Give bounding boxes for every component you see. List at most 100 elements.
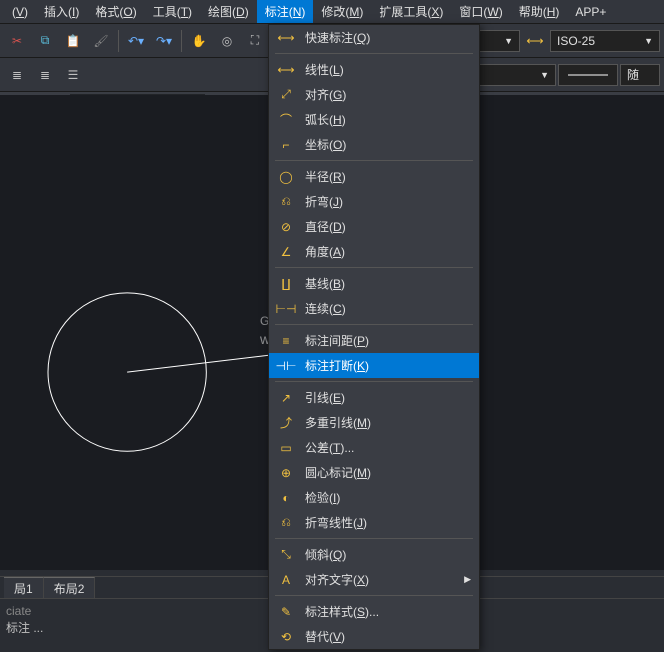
- menu-continue[interactable]: ⊢⊣连续(C): [269, 296, 479, 321]
- zoom-button[interactable]: ◎: [214, 28, 240, 54]
- menu-leader[interactable]: ↗引线(E): [269, 385, 479, 410]
- separator: [275, 324, 473, 325]
- menu-insert[interactable]: 插入(I): [36, 0, 87, 23]
- separator: [275, 160, 473, 161]
- menu-jogged[interactable]: ⎌折弯(J): [269, 189, 479, 214]
- dim-linear-button[interactable]: ⟷: [522, 28, 548, 54]
- jogged-icon: ⎌: [277, 193, 295, 211]
- undo-icon: ↶▾: [128, 34, 144, 48]
- menu-dim-break[interactable]: ⊣⊢标注打断(K): [269, 353, 479, 378]
- line-entity[interactable]: [127, 355, 269, 372]
- arc-icon: ⌒: [277, 111, 295, 129]
- leader-icon: ↗: [277, 389, 295, 407]
- clipboard-icon: 📋: [66, 34, 81, 48]
- menu-tools[interactable]: 工具(T): [145, 0, 200, 23]
- tolerance-icon: ▭: [277, 439, 295, 457]
- layout-tab-2[interactable]: 布局2: [44, 577, 96, 599]
- continue-icon: ⊢⊣: [277, 300, 295, 318]
- menu-quick-dim[interactable]: ⟷快速标注(Q): [269, 25, 479, 50]
- separator: [181, 30, 182, 52]
- menu-dim-style[interactable]: ✎标注样式(S)...: [269, 599, 479, 624]
- menu-radius[interactable]: ◯半径(R): [269, 164, 479, 189]
- diameter-icon: ⊘: [277, 218, 295, 236]
- menu-format[interactable]: 格式(O): [87, 0, 144, 23]
- chevron-down-icon: ▼: [540, 70, 549, 80]
- menu-extensions[interactable]: 扩展工具(X): [371, 0, 451, 23]
- linear-icon: ⟷: [277, 61, 295, 79]
- ordinate-icon: ⌐: [277, 136, 295, 154]
- jogged-linear-icon: ⎌: [277, 514, 295, 532]
- layout-tab-1[interactable]: 局1: [4, 577, 44, 599]
- mleader-icon: ⤴: [277, 414, 295, 432]
- dim-style-label: ISO-25: [557, 34, 595, 48]
- dim-style-combo[interactable]: ISO-25 ▼: [550, 30, 660, 52]
- match-button[interactable]: 🖌: [88, 28, 114, 54]
- menu-tolerance[interactable]: ▭公差(T)...: [269, 435, 479, 460]
- menu-arc[interactable]: ⌒弧长(H): [269, 107, 479, 132]
- zoom-window-button[interactable]: ⛶: [242, 28, 268, 54]
- layer-btn[interactable]: ≣: [4, 62, 30, 88]
- chevron-down-icon: ▼: [644, 36, 653, 46]
- layer-icon: ≣: [40, 68, 50, 82]
- layer-btn2[interactable]: ≣: [32, 62, 58, 88]
- dim-style-icon: ✎: [277, 603, 295, 621]
- menu-dim-space[interactable]: ≡标注间距(P): [269, 328, 479, 353]
- dim-space-icon: ≡: [277, 332, 295, 350]
- copy-icon: ⧉: [41, 33, 50, 48]
- quick-dim-icon: ⟷: [277, 29, 295, 47]
- menu-linear[interactable]: ⟷线性(L): [269, 57, 479, 82]
- menu-aligned[interactable]: ⤢对齐(G): [269, 82, 479, 107]
- zoom-icon: ◎: [222, 34, 232, 48]
- separator: [275, 267, 473, 268]
- separator: [118, 30, 119, 52]
- redo-button[interactable]: ↷▾: [151, 28, 177, 54]
- center-mark-icon: ⊕: [277, 464, 295, 482]
- radius-icon: ◯: [277, 168, 295, 186]
- paste-button[interactable]: 📋: [60, 28, 86, 54]
- menu-override[interactable]: ⟲替代(V): [269, 624, 479, 649]
- menubar: (V) 插入(I) 格式(O) 工具(T) 绘图(D) 标注(N) 修改(M) …: [0, 0, 664, 24]
- menu-mleader[interactable]: ⤴多重引线(M): [269, 410, 479, 435]
- baseline-icon: ∐: [277, 275, 295, 293]
- linetype-preview[interactable]: [558, 64, 618, 86]
- chevron-down-icon: ▼: [504, 36, 513, 46]
- menu-diameter[interactable]: ⊘直径(D): [269, 214, 479, 239]
- menu-modify[interactable]: 修改(M): [313, 0, 371, 23]
- hand-icon: ✋: [192, 34, 207, 48]
- angular-icon: ∠: [277, 243, 295, 261]
- dim-linear-icon: ⟷: [526, 34, 543, 48]
- brush-icon: 🖌: [93, 34, 108, 48]
- menu-center-mark[interactable]: ⊕圆心标记(M): [269, 460, 479, 485]
- layer-icon: ☰: [68, 68, 79, 82]
- menu-inspect[interactable]: ◐检验(I): [269, 485, 479, 510]
- linetype-combo[interactable]: 随: [620, 64, 660, 86]
- linetype-label: 随: [627, 66, 639, 83]
- menu-align-text[interactable]: A对齐文字(X)▶: [269, 567, 479, 592]
- redo-icon: ↷▾: [156, 34, 172, 48]
- pan-button[interactable]: ✋: [186, 28, 212, 54]
- align-text-icon: A: [277, 571, 295, 589]
- menu-help[interactable]: 帮助(H): [511, 0, 568, 23]
- copy-button[interactable]: ⧉: [32, 28, 58, 54]
- menu-window[interactable]: 窗口(W): [451, 0, 510, 23]
- menu-ordinate[interactable]: ⌐坐标(O): [269, 132, 479, 157]
- cut-button[interactable]: ✂: [4, 28, 30, 54]
- undo-button[interactable]: ↶▾: [123, 28, 149, 54]
- aligned-icon: ⤢: [277, 86, 295, 104]
- inspect-icon: ◐: [277, 489, 295, 507]
- menu-baseline[interactable]: ∐基线(B): [269, 271, 479, 296]
- separator: [275, 381, 473, 382]
- menu-oblique[interactable]: ⤡倾斜(Q): [269, 542, 479, 567]
- layer-icon: ≣: [12, 68, 22, 82]
- menu-draw[interactable]: 绘图(D): [200, 0, 257, 23]
- menu-app[interactable]: APP+: [567, 2, 614, 22]
- submenu-arrow-icon: ▶: [464, 574, 471, 585]
- zoom-window-icon: ⛶: [251, 33, 259, 48]
- menu-item[interactable]: (V): [4, 2, 36, 22]
- menu-jogged-linear[interactable]: ⎌折弯线性(J): [269, 510, 479, 535]
- menu-dimension[interactable]: 标注(N): [257, 0, 314, 23]
- menu-angular[interactable]: ∠角度(A): [269, 239, 479, 264]
- layer-btn3[interactable]: ☰: [60, 62, 86, 88]
- separator: [275, 53, 473, 54]
- separator: [275, 595, 473, 596]
